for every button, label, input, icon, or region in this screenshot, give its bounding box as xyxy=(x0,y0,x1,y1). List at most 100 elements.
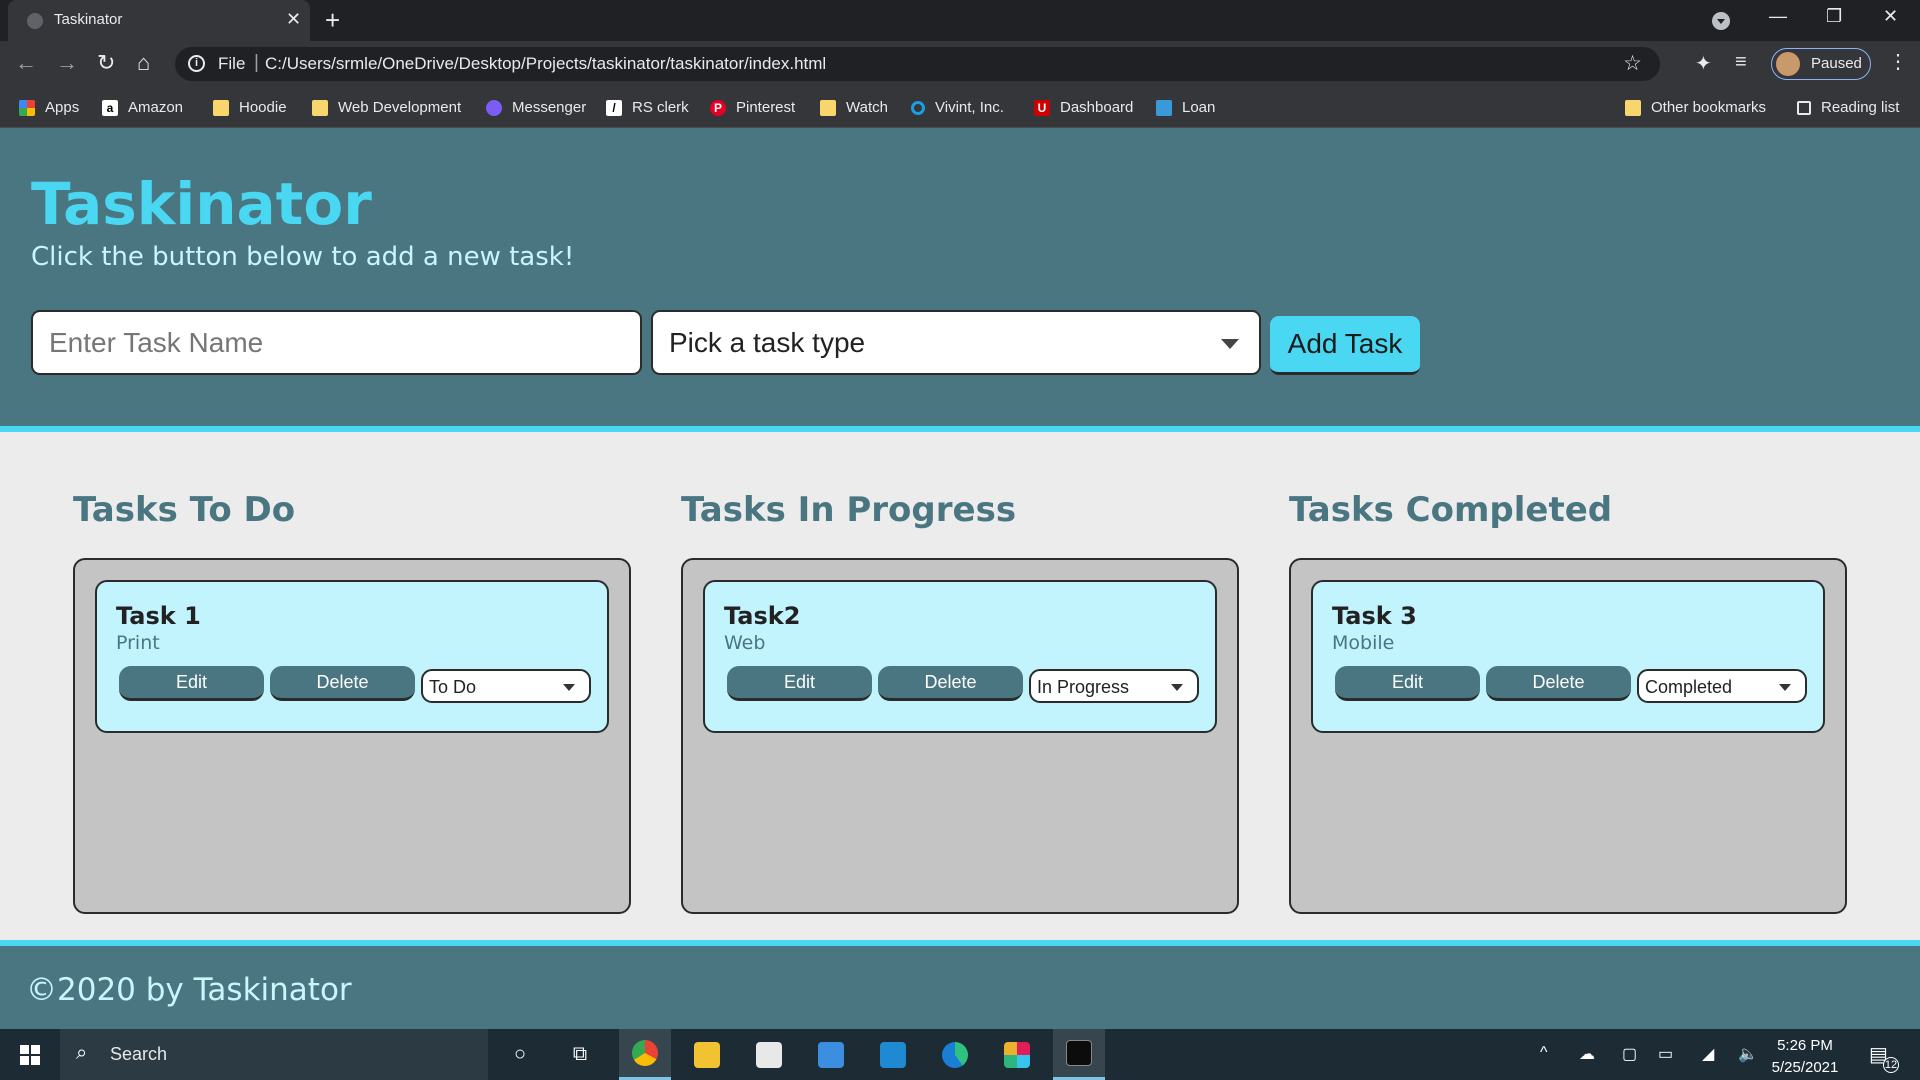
status-select[interactable]: To Do xyxy=(421,669,591,703)
browser-menu-icon[interactable]: ⋮ xyxy=(1888,49,1908,74)
chevron-down-icon xyxy=(563,684,575,691)
messenger-icon xyxy=(486,99,502,116)
bookmark-label: Watch xyxy=(846,99,888,116)
bookmark-hoodie[interactable]: Hoodie xyxy=(213,87,287,128)
status-select[interactable]: In Progress xyxy=(1029,669,1199,703)
tab-search-icon[interactable] xyxy=(1712,12,1730,30)
delete-button[interactable]: Delete xyxy=(878,666,1023,701)
task-type: Mobile xyxy=(1332,632,1395,654)
reading-list[interactable]: Reading list xyxy=(1797,87,1899,128)
windows-start-icon[interactable] xyxy=(20,1045,40,1065)
bookmark-star-icon[interactable]: ☆ xyxy=(1623,51,1642,76)
globe-icon xyxy=(27,13,43,29)
bookmark-label: Amazon xyxy=(128,99,184,116)
store-icon[interactable] xyxy=(743,1029,795,1080)
task-list-in-progress: Task2 Web Edit Delete In Progress xyxy=(681,558,1239,914)
bookmark-label: Messenger xyxy=(512,99,587,116)
column-title-to-do: Tasks To Do xyxy=(73,490,296,530)
delete-button[interactable]: Delete xyxy=(270,666,415,701)
bookmark-dashboard[interactable]: U Dashboard xyxy=(1034,87,1133,128)
bookmark-label: Vivint, Inc. xyxy=(935,99,1004,116)
bookmark-vivint[interactable]: Vivint, Inc. xyxy=(911,87,1004,128)
task-name: Task 1 xyxy=(116,602,201,630)
system-clock[interactable]: 5:26 PM 5/25/2021 xyxy=(1760,1035,1850,1079)
battery-icon[interactable]: ▭ xyxy=(1658,1044,1673,1064)
taskbar-search[interactable]: ⌕ Search xyxy=(60,1029,488,1080)
clock-time: 5:26 PM xyxy=(1777,1037,1833,1054)
task-name-input[interactable] xyxy=(31,310,642,375)
volume-icon[interactable]: 🔈 xyxy=(1738,1044,1758,1064)
edge-icon[interactable] xyxy=(929,1029,981,1080)
site-info-icon[interactable]: i xyxy=(188,55,205,72)
task-name: Task2 xyxy=(724,602,801,630)
onedrive-icon[interactable]: ☁ xyxy=(1579,1044,1595,1064)
chevron-down-icon xyxy=(1171,684,1183,691)
column-title-completed: Tasks Completed xyxy=(1289,490,1613,530)
bookmark-rs-clerk[interactable]: / RS clerk xyxy=(606,87,689,128)
close-window-button[interactable]: ✕ xyxy=(1883,6,1898,27)
home-icon[interactable]: ⌂ xyxy=(137,50,150,76)
add-task-button[interactable]: Add Task xyxy=(1270,316,1420,375)
task-type-select[interactable]: Pick a task type xyxy=(651,310,1261,375)
status-select[interactable]: Completed xyxy=(1637,669,1807,703)
bookmark-label: Web Development xyxy=(338,99,462,116)
task-card: Task 3 Mobile Edit Delete Completed xyxy=(1311,580,1825,733)
folder-icon xyxy=(312,99,328,116)
clock-date: 5/25/2021 xyxy=(1771,1059,1839,1076)
browser-tab[interactable]: Taskinator ✕ xyxy=(8,0,310,41)
edit-button[interactable]: Edit xyxy=(727,666,872,701)
back-icon[interactable]: ← xyxy=(15,50,37,76)
forward-icon[interactable]: → xyxy=(56,50,78,76)
profile-status: Paused xyxy=(1811,55,1862,72)
task-type: Print xyxy=(116,632,160,654)
notification-count-badge: 12 xyxy=(1883,1057,1899,1073)
terminal-icon[interactable] xyxy=(1053,1029,1105,1080)
bookmark-amazon[interactable]: a Amazon xyxy=(102,87,183,128)
chevron-down-icon xyxy=(1221,339,1239,349)
reload-icon[interactable]: ↻ xyxy=(97,50,115,76)
file-explorer-icon[interactable] xyxy=(681,1029,733,1080)
bookmark-messenger[interactable]: Messenger xyxy=(486,87,586,128)
task-view-icon[interactable]: ⧉ xyxy=(554,1029,606,1080)
meet-now-icon[interactable]: ▢ xyxy=(1622,1044,1637,1064)
slack-icon[interactable] xyxy=(991,1029,1043,1080)
url-text[interactable]: C:/Users/srmle/OneDrive/Desktop/Projects… xyxy=(265,54,826,74)
tab-title: Taskinator xyxy=(54,11,123,28)
folder-icon xyxy=(213,99,229,116)
close-tab-icon[interactable]: ✕ xyxy=(286,9,301,30)
bookmark-pinterest[interactable]: P Pinterest xyxy=(710,87,795,128)
bookmark-web-development[interactable]: Web Development xyxy=(312,87,461,128)
profile-button[interactable]: Paused xyxy=(1771,48,1871,80)
taskbar-search-label: Search xyxy=(110,1044,168,1064)
loan-icon xyxy=(1156,99,1172,116)
edit-button[interactable]: Edit xyxy=(1335,666,1480,701)
task-list-completed: Task 3 Mobile Edit Delete Completed xyxy=(1289,558,1847,914)
extensions-icon[interactable]: ✦ xyxy=(1695,51,1712,76)
mail-icon[interactable] xyxy=(805,1029,857,1080)
bookmark-label: Loan xyxy=(1182,99,1216,116)
bookmark-watch[interactable]: Watch xyxy=(820,87,888,128)
reading-list-icon xyxy=(1797,100,1811,115)
chrome-icon[interactable] xyxy=(619,1029,671,1080)
pinterest-icon: P xyxy=(710,99,726,116)
cortana-icon[interactable]: ○ xyxy=(494,1029,546,1080)
page-content: Taskinator Click the button below to add… xyxy=(0,128,1920,1029)
other-bookmarks[interactable]: Other bookmarks xyxy=(1625,87,1766,128)
media-control-icon[interactable]: ≡ xyxy=(1735,51,1747,74)
delete-button[interactable]: Delete xyxy=(1486,666,1631,701)
wifi-icon[interactable]: ◢ xyxy=(1702,1044,1714,1064)
tray-chevron-icon[interactable]: ^ xyxy=(1540,1044,1548,1062)
task-type-value: Pick a task type xyxy=(669,327,866,358)
folder-icon xyxy=(820,99,836,116)
bookmark-loan[interactable]: Loan xyxy=(1156,87,1215,128)
bookmark-apps[interactable]: Apps xyxy=(19,87,79,128)
status-value: In Progress xyxy=(1037,677,1130,697)
address-bar[interactable]: i File | C:/Users/srmle/OneDrive/Desktop… xyxy=(175,47,1660,81)
restore-button[interactable]: ❐ xyxy=(1826,6,1842,27)
minimize-button[interactable]: — xyxy=(1769,6,1787,27)
edit-button[interactable]: Edit xyxy=(119,666,264,701)
tab-strip: Taskinator ✕ + — ❐ ✕ xyxy=(0,0,1920,41)
new-tab-button[interactable]: + xyxy=(325,5,340,36)
vscode-icon[interactable] xyxy=(867,1029,919,1080)
task-list-to-do: Task 1 Print Edit Delete To Do xyxy=(73,558,631,914)
